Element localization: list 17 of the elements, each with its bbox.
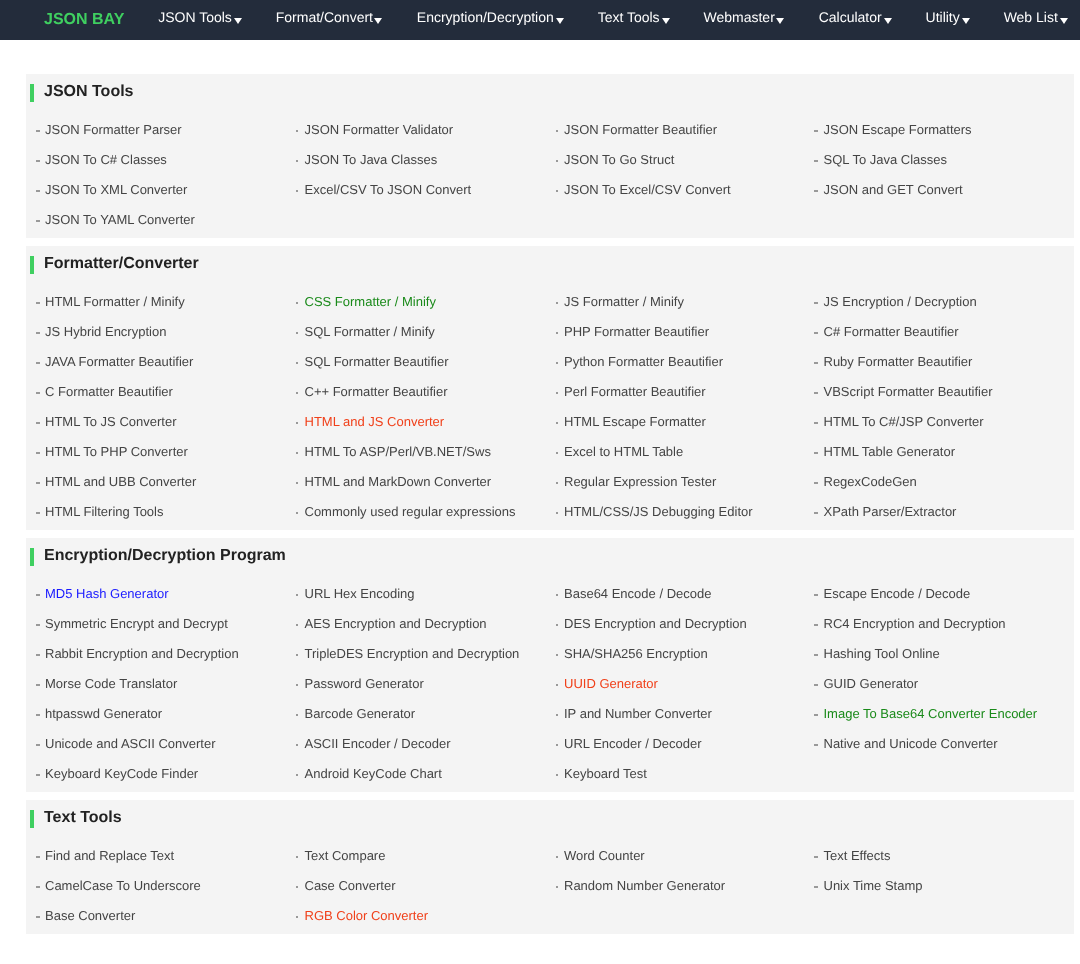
section-title: Formatter/Converter bbox=[44, 252, 199, 276]
caret-icon bbox=[661, 17, 670, 23]
section-accent-bar bbox=[30, 255, 34, 273]
section-title: Text Tools bbox=[44, 806, 122, 830]
caret-icon bbox=[961, 17, 970, 23]
caret-icon bbox=[374, 17, 383, 23]
section-accent-bar bbox=[30, 83, 34, 101]
section-accent-bar bbox=[30, 809, 34, 827]
site-logo[interactable]: JSON BAY bbox=[44, 8, 125, 32]
section-title: JSON Tools bbox=[44, 80, 134, 104]
caret-icon bbox=[776, 17, 785, 23]
section-title: Encryption/Decryption Program bbox=[44, 544, 286, 568]
caret-icon bbox=[1059, 17, 1068, 23]
caret-icon bbox=[555, 17, 564, 23]
section-accent-bar bbox=[30, 547, 34, 565]
caret-icon bbox=[233, 17, 242, 23]
caret-icon bbox=[883, 17, 892, 23]
